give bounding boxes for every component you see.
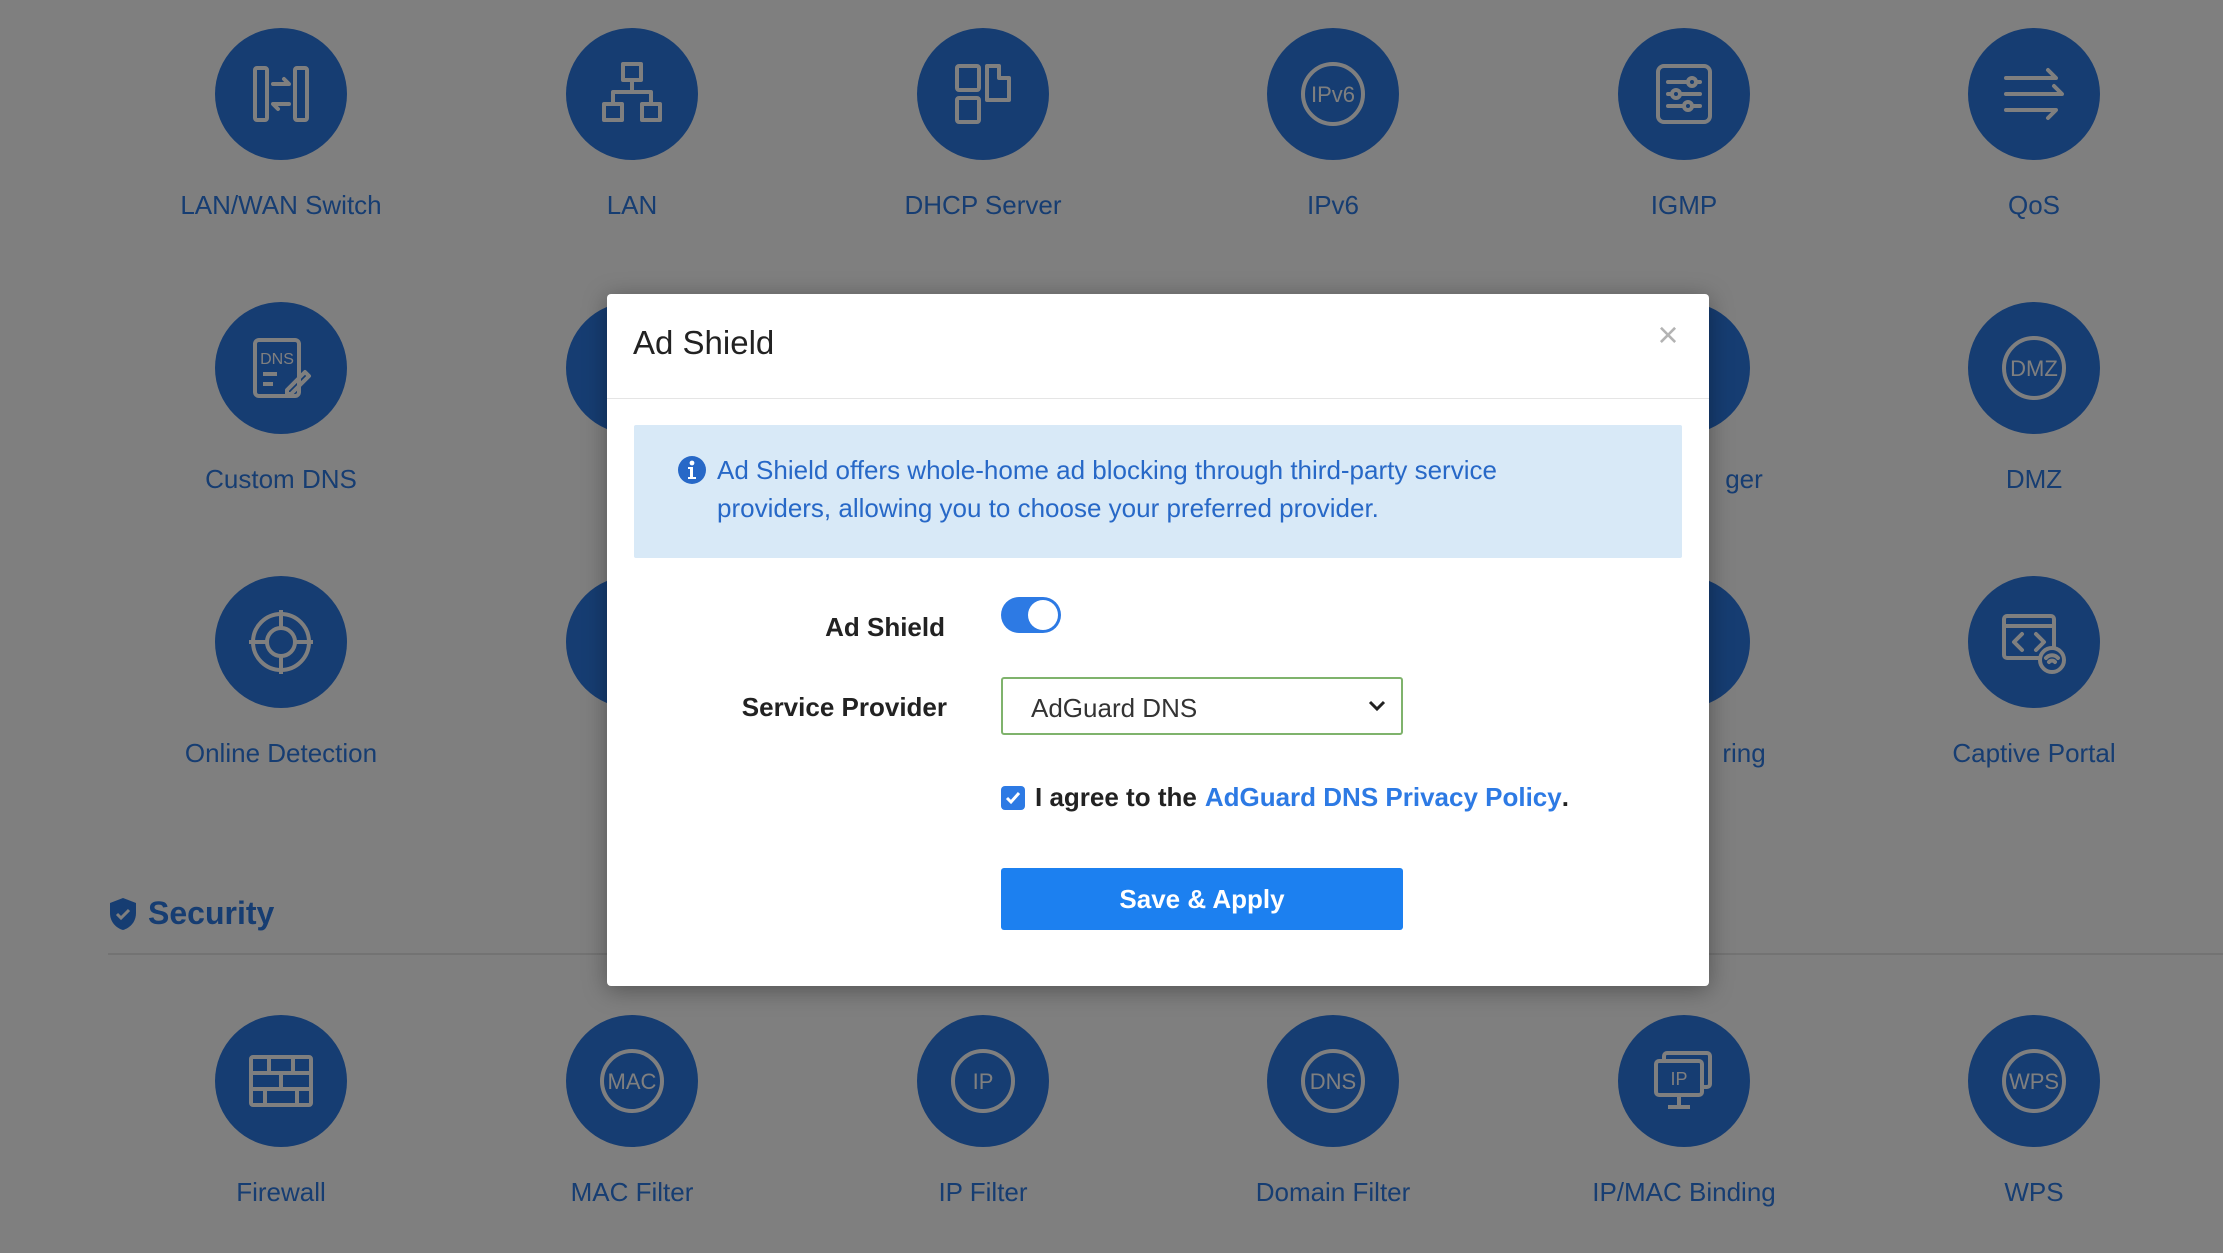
agree-period: . xyxy=(1561,782,1569,812)
toggle-knob xyxy=(1028,600,1058,630)
dialog-title: Ad Shield xyxy=(633,324,775,361)
ad-shield-label: Ad Shield xyxy=(825,612,945,642)
info-icon xyxy=(678,456,706,484)
privacy-agreement-row: I agree to the AdGuard DNS Privacy Polic… xyxy=(1001,782,1569,813)
info-line-1: Ad Shield offers whole-home ad blocking … xyxy=(717,455,1497,485)
save-apply-button[interactable]: Save & Apply xyxy=(1001,868,1403,930)
close-icon[interactable]: × xyxy=(1651,317,1685,353)
ad-shield-dialog: Ad Shield × Ad Shield offers whole-home … xyxy=(607,294,1709,986)
chevron-down-icon xyxy=(1368,700,1386,712)
info-text: Ad Shield offers whole-home ad blocking … xyxy=(717,451,1617,527)
agree-text: I agree to the xyxy=(1035,782,1197,812)
privacy-policy-link[interactable]: AdGuard DNS Privacy Policy xyxy=(1205,782,1562,813)
agree-checkbox[interactable] xyxy=(1001,785,1025,810)
service-provider-label: Service Provider xyxy=(741,692,947,722)
service-provider-select[interactable]: AdGuard DNS xyxy=(1001,677,1403,735)
selected-provider: AdGuard DNS xyxy=(1031,693,1198,723)
info-line-2: providers, allowing you to choose your p… xyxy=(717,493,1379,523)
info-banner: Ad Shield offers whole-home ad blocking … xyxy=(634,425,1682,558)
dialog-header: Ad Shield × xyxy=(607,294,1709,399)
ad-shield-toggle[interactable] xyxy=(1001,597,1061,633)
check-icon xyxy=(1005,791,1021,804)
